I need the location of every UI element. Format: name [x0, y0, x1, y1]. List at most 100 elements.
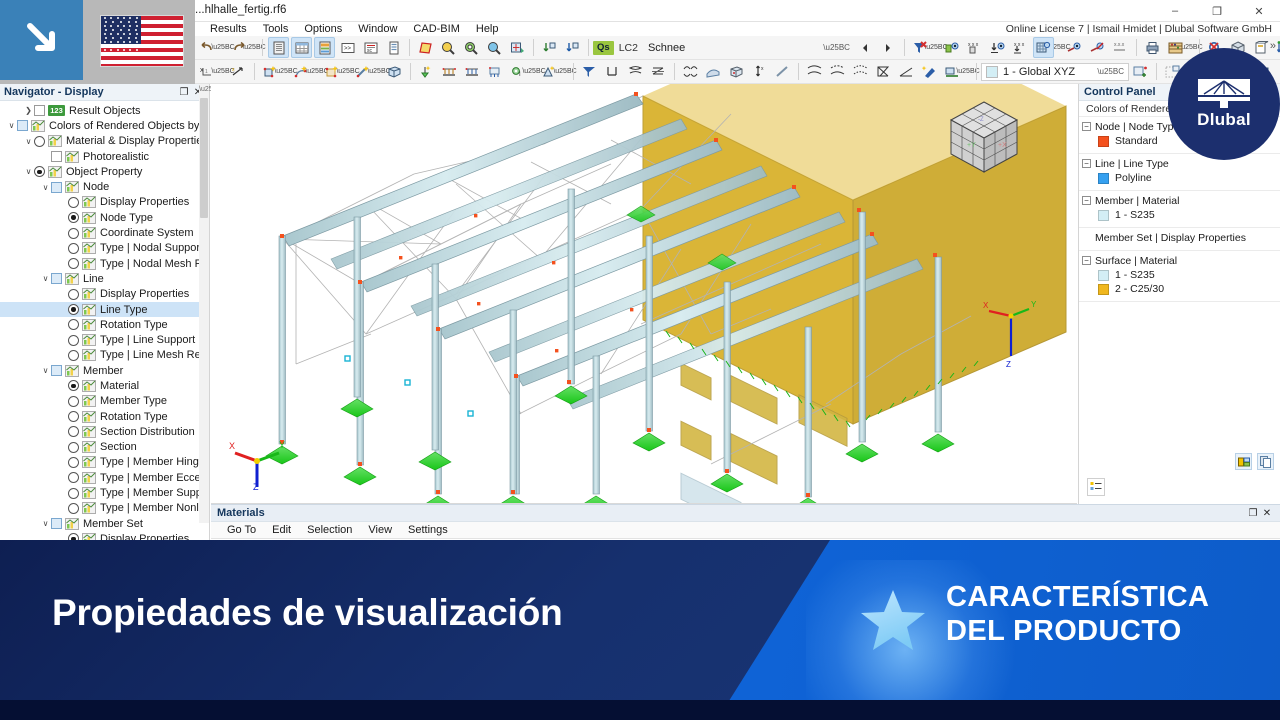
- control-panel-group-header[interactable]: −Surface | Material: [1079, 253, 1280, 268]
- tree-item[interactable]: Line Type: [0, 302, 209, 317]
- control-panel-group-header[interactable]: −Member | Material: [1079, 193, 1280, 208]
- tree-radio[interactable]: [68, 350, 79, 361]
- tree-item[interactable]: Type | Member Eccentr...: [0, 470, 209, 485]
- new-surface-button[interactable]: [322, 61, 343, 82]
- tree-item[interactable]: ∨Material & Display Properties: [0, 134, 209, 149]
- load-case-combo[interactable]: Schnee \u25BC: [644, 39, 854, 57]
- scroll-up-icon[interactable]: \u25B2: [199, 84, 209, 96]
- stress-ribbon1-button[interactable]: [804, 61, 825, 82]
- free-load-button[interactable]: [625, 61, 646, 82]
- tree-radio[interactable]: [68, 411, 79, 422]
- surface-result-button[interactable]: [703, 61, 724, 82]
- report-button[interactable]: [383, 37, 404, 58]
- zoom-window-button[interactable]: [438, 37, 459, 58]
- scrollbar-thumb[interactable]: [200, 98, 208, 218]
- render-mode-dropdown-arrow[interactable]: \u25BC: [1055, 38, 1063, 58]
- mesh-dropdown-arrow[interactable]: \u25BC: [561, 62, 569, 82]
- chevron-down-icon[interactable]: \u25BC: [823, 43, 850, 52]
- tree-checkbox[interactable]: [51, 518, 62, 529]
- solid-result-button[interactable]: [726, 61, 747, 82]
- tree-item[interactable]: Type | Nodal Mesh Ref...: [0, 256, 209, 271]
- tree-item[interactable]: ∨Line: [0, 271, 209, 286]
- zoom-fit-button[interactable]: [507, 37, 528, 58]
- view-cube[interactable]: +Y +X -Z: [939, 94, 1029, 180]
- legend-list-button[interactable]: [1087, 478, 1105, 496]
- expand-toggle-icon[interactable]: ∨: [40, 366, 51, 375]
- navigator-tree[interactable]: ❯123Result Objects∨Colors of Rendered Ob…: [0, 101, 209, 540]
- tree-item[interactable]: Node Type: [0, 210, 209, 225]
- tree-item[interactable]: Section: [0, 440, 209, 455]
- maximize-button[interactable]: ❐: [1196, 0, 1238, 22]
- undo-button[interactable]: [197, 37, 218, 58]
- raise-visibility-button[interactable]: x x x: [1010, 37, 1031, 58]
- console-button[interactable]: >>: [337, 37, 358, 58]
- color-settings-icon[interactable]: [1235, 453, 1252, 470]
- menu-item-options[interactable]: Options: [296, 22, 350, 36]
- minimize-button[interactable]: –: [1154, 0, 1196, 22]
- calculate-dropdown-arrow[interactable]: \u25BC: [1187, 38, 1195, 58]
- calculator-button[interactable]: [1165, 37, 1186, 58]
- view-eye-button[interactable]: [1064, 37, 1085, 58]
- angle-button[interactable]: [896, 61, 917, 82]
- tree-item[interactable]: Display Properties: [0, 531, 209, 540]
- section-view-button[interactable]: [1251, 37, 1272, 58]
- nodal-load-button[interactable]: [579, 61, 600, 82]
- tree-item[interactable]: Type | Member Hinge: [0, 455, 209, 470]
- tree-radio[interactable]: [68, 258, 79, 269]
- tree-item[interactable]: Type | Nodal Support: [0, 241, 209, 256]
- collapse-icon[interactable]: −: [1082, 256, 1091, 265]
- table-grid-button[interactable]: [291, 37, 312, 58]
- copy-legend-icon[interactable]: [1257, 453, 1274, 470]
- stress-ribbon2-button[interactable]: [827, 61, 848, 82]
- tree-radio[interactable]: [68, 228, 79, 239]
- tree-item[interactable]: ∨Colors of Rendered Objects by: [0, 118, 209, 133]
- menu-item-results[interactable]: Results: [202, 22, 255, 36]
- print-button[interactable]: [1142, 37, 1163, 58]
- coordinate-dropdown-arrow[interactable]: \u25BC: [219, 62, 227, 82]
- tree-radio[interactable]: [68, 380, 79, 391]
- control-panel-group-header[interactable]: −Line | Line Type: [1079, 156, 1280, 171]
- render-mode-button[interactable]: [1033, 37, 1054, 58]
- tree-item[interactable]: ❯123Result Objects: [0, 103, 209, 118]
- lower-visibility-button[interactable]: [987, 37, 1008, 58]
- new-node-button[interactable]: [260, 61, 281, 82]
- render-result-dropdown-arrow[interactable]: \u25BC: [964, 62, 972, 82]
- zoom-previous-button[interactable]: [484, 37, 505, 58]
- member-hinge-button[interactable]: I: [508, 61, 529, 82]
- imperfection-button[interactable]: [648, 61, 669, 82]
- new-member-dropdown-arrow[interactable]: \u25BC: [375, 62, 383, 82]
- expand-toggle-icon[interactable]: ∨: [23, 137, 34, 146]
- stress-ribbon3-button[interactable]: [850, 61, 871, 82]
- render-result-button[interactable]: [942, 61, 963, 82]
- result-diagram-button[interactable]: [680, 61, 701, 82]
- tree-item[interactable]: Type | Member Nonlin...: [0, 501, 209, 516]
- tree-item[interactable]: Type | Line Support: [0, 332, 209, 347]
- expand-toggle-icon[interactable]: ∨: [23, 167, 34, 176]
- undo-dropdown-arrow[interactable]: \u25BC: [219, 38, 227, 58]
- tree-radio[interactable]: [68, 212, 79, 223]
- tree-radio[interactable]: [68, 243, 79, 254]
- tree-radio[interactable]: [68, 488, 79, 499]
- filter-clear-button[interactable]: [910, 37, 931, 58]
- tree-checkbox[interactable]: [51, 182, 62, 193]
- close-button[interactable]: ✕: [1238, 0, 1280, 22]
- legend-row[interactable]: 1 - S235: [1079, 268, 1280, 282]
- menu-item-tools[interactable]: Tools: [255, 22, 297, 36]
- collapse-icon[interactable]: −: [1082, 159, 1091, 168]
- filter-dropdown-arrow[interactable]: \u25BC: [932, 38, 940, 58]
- tree-item[interactable]: Section Distribution: [0, 424, 209, 439]
- tree-item[interactable]: Display Properties: [0, 195, 209, 210]
- legend-row[interactable]: Polyline: [1079, 171, 1280, 185]
- tree-radio[interactable]: [34, 166, 45, 177]
- redo-button[interactable]: [228, 37, 249, 58]
- dimension-button[interactable]: x: [228, 61, 249, 82]
- tree-radio[interactable]: [68, 335, 79, 346]
- coordinate-input-button[interactable]: x1: [197, 61, 218, 82]
- hinge-dropdown-arrow[interactable]: \u25BC: [530, 62, 538, 82]
- model-data-table-button[interactable]: [268, 37, 289, 58]
- tree-radio[interactable]: [68, 289, 79, 300]
- deformation-button[interactable]: x: [749, 61, 770, 82]
- coordinate-system-combo[interactable]: 1 - Global XYZ \u25BC: [981, 63, 1129, 81]
- tree-radio[interactable]: [68, 457, 79, 468]
- tree-item[interactable]: Type | Member Support: [0, 485, 209, 500]
